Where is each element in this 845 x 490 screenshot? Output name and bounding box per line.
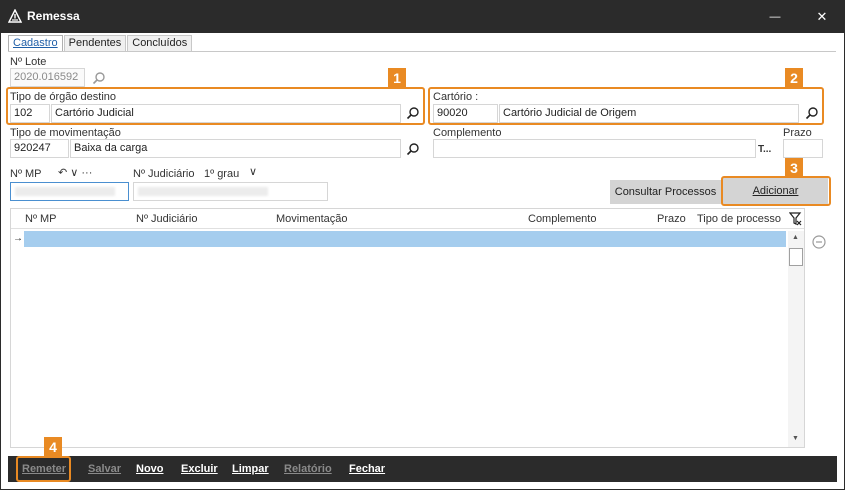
judiciario-redacted — [138, 187, 268, 196]
close-button[interactable]: ✕ — [799, 0, 845, 33]
tipo-mov-code-field[interactable]: 920247 — [10, 139, 69, 158]
complemento-label: Complemento — [433, 127, 502, 139]
grid-scrollbar[interactable]: ▲ ▼ — [788, 231, 804, 447]
limpar-button[interactable]: Limpar — [232, 463, 269, 475]
tipo-mov-label: Tipo de movimentação — [10, 127, 121, 139]
callout-box-4 — [16, 456, 71, 482]
relatorio-button[interactable]: Relatório — [284, 463, 332, 475]
filter-icon[interactable] — [789, 212, 802, 226]
magnifier-icon — [406, 143, 419, 156]
callout-badge-2: 2 — [785, 68, 803, 88]
window-title: Remessa — [27, 9, 80, 23]
lote-field: 2020.016592 — [10, 68, 85, 87]
close-icon: ✕ — [816, 8, 828, 24]
consultar-processos-button[interactable]: Consultar Processos — [610, 180, 721, 204]
title-bar: Remessa — ✕ — [0, 0, 845, 33]
table-row[interactable]: → — [11, 231, 786, 247]
grid-header: Nº MP Nº Judiciário Movimentação Complem… — [11, 209, 804, 229]
tipo-mov-search-button[interactable] — [405, 141, 421, 157]
col-nr-mp[interactable]: Nº MP — [25, 213, 57, 225]
scroll-down-icon[interactable]: ▼ — [792, 435, 799, 442]
complemento-text-button[interactable]: T... — [758, 144, 771, 155]
col-nr-judiciario[interactable]: Nº Judiciário — [136, 213, 197, 225]
mp-tools[interactable]: ↶ ∨ ··· — [58, 166, 92, 179]
col-prazo[interactable]: Prazo — [657, 213, 686, 225]
col-movimentacao[interactable]: Movimentação — [276, 213, 348, 225]
callout-box-2 — [428, 87, 824, 125]
tab-strip: Cadastro Pendentes Concluídos — [8, 35, 193, 52]
col-complemento[interactable]: Complemento — [528, 213, 596, 225]
callout-box-1 — [6, 87, 425, 125]
complemento-field[interactable] — [433, 139, 756, 158]
mp-redacted — [15, 187, 115, 196]
callout-box-3 — [721, 176, 831, 206]
callout-badge-1: 1 — [388, 68, 406, 88]
col-tipo-processo[interactable]: Tipo de processo — [697, 213, 781, 225]
process-grid[interactable]: Nº MP Nº Judiciário Movimentação Complem… — [10, 208, 805, 448]
minimize-icon: — — [769, 10, 781, 23]
judiciario-label: Nº Judiciário — [133, 168, 195, 180]
judiciario-input[interactable] — [133, 182, 328, 201]
scroll-up-icon[interactable]: ▲ — [792, 234, 799, 241]
grau-chevron-icon[interactable]: ∨ — [249, 165, 257, 178]
lote-label: Nº Lote — [10, 56, 47, 68]
minus-circle-icon[interactable] — [811, 234, 827, 250]
tab-concluidos[interactable]: Concluídos — [127, 35, 193, 51]
mp-input[interactable] — [10, 182, 129, 201]
selected-row-cell[interactable] — [24, 231, 786, 247]
minimize-button[interactable]: — — [752, 0, 798, 33]
tab-cadastro[interactable]: Cadastro — [8, 35, 63, 52]
excluir-button[interactable]: Excluir — [181, 463, 218, 475]
row-indicator-icon: → — [13, 233, 23, 244]
scroll-thumb[interactable] — [789, 248, 803, 266]
warning-triangle-icon — [8, 9, 22, 23]
mp-label: Nº MP — [10, 168, 42, 180]
footer-toolbar: Remeter Salvar Novo Excluir Limpar Relat… — [8, 456, 837, 482]
magnifier-icon — [92, 72, 105, 85]
prazo-label: Prazo — [783, 127, 812, 139]
novo-button[interactable]: Novo — [136, 463, 164, 475]
tipo-mov-name-field[interactable]: Baixa da carga — [70, 139, 401, 158]
callout-badge-3: 3 — [785, 158, 803, 178]
prazo-field[interactable] — [783, 139, 823, 158]
grau-label[interactable]: 1º grau — [204, 168, 239, 180]
fechar-button[interactable]: Fechar — [349, 463, 385, 475]
lote-search-button[interactable] — [91, 70, 107, 86]
callout-badge-4: 4 — [44, 437, 62, 457]
salvar-button[interactable]: Salvar — [88, 463, 121, 475]
tab-divider — [8, 51, 836, 52]
tab-pendentes[interactable]: Pendentes — [63, 35, 127, 51]
